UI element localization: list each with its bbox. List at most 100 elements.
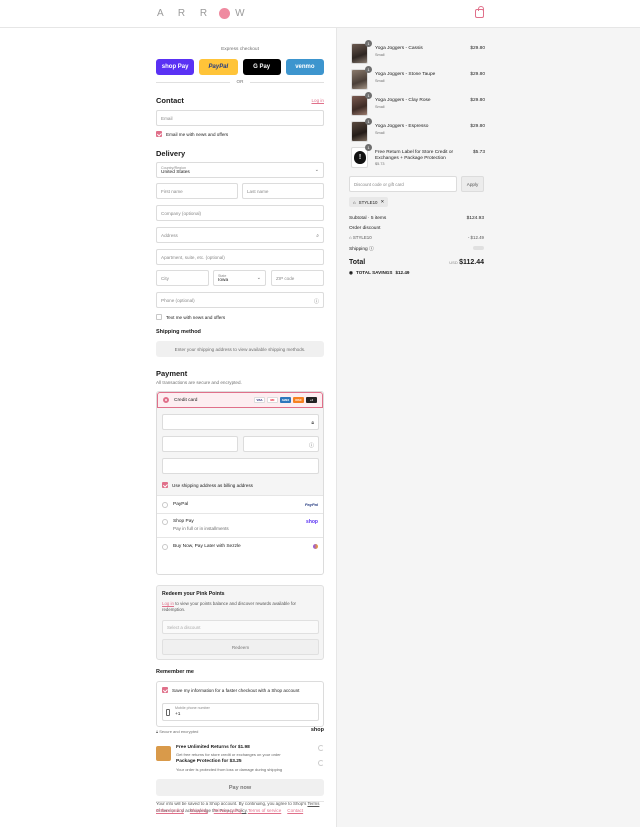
shop-pay-option[interactable]: Shop Pay Pay in full or in installments sh… <box>157 514 323 538</box>
text-news-checkbox[interactable]: Text me with news and offers <box>156 314 225 320</box>
radio-icon <box>162 501 168 508</box>
google-pay-button[interactable]: G Pay <box>242 59 281 75</box>
protection-toggle[interactable] <box>318 760 324 766</box>
venmo-button[interactable]: venmo <box>285 59 324 75</box>
paypal-option[interactable]: PayPal PayPal <box>157 496 323 514</box>
card-number-field[interactable]: 🔒︎ <box>162 414 319 430</box>
savings-tag-icon: ◉ <box>349 270 354 275</box>
payment-subtitle: All transactions are secure and encrypte… <box>156 380 242 385</box>
privacy-policy-link[interactable]: Privacy policy <box>214 808 242 813</box>
shipping-row: Shipping ⓘ <box>349 245 484 252</box>
help-icon[interactable]: ⓘ <box>368 247 374 252</box>
payment-heading: Payment <box>156 369 188 378</box>
email-field[interactable]: Email <box>156 110 324 126</box>
mobile-icon <box>166 709 170 716</box>
logo[interactable]: A R RW <box>157 8 251 19</box>
cart-item: 1 Yoga Joggers - Stone Taupe Small $29.80 <box>351 66 485 91</box>
paypal-button[interactable]: PayPal <box>199 59 238 75</box>
login-link[interactable]: Log in <box>311 98 324 103</box>
refund-policy-link[interactable]: Refund policy <box>156 808 184 813</box>
apply-button[interactable]: Apply <box>461 176 484 192</box>
upsell-block: Free Unlimited Returns for $1.98 Get fre… <box>156 744 324 776</box>
state-select[interactable]: State Iowa ⌄ <box>213 270 266 286</box>
save-info-checkbox[interactable]: Save my information for a faster checkou… <box>162 687 299 693</box>
expiry-field[interactable] <box>162 436 238 452</box>
radio-icon <box>162 543 168 550</box>
subtotal-row: Subtotal · 5 items $124.93 <box>349 216 484 221</box>
help-icon[interactable]: ⓘ <box>309 442 314 449</box>
paypal-logo: PayPal <box>304 502 318 507</box>
tag-icon: ⌂ <box>353 199 356 205</box>
returns-toggle[interactable] <box>318 745 324 751</box>
cart-item: ! 1 Free Return Label for Store Credit or … <box>351 144 485 171</box>
more-cards-icon: +4 <box>306 397 317 403</box>
quantity-badge: 1 <box>365 118 372 125</box>
points-login-link[interactable]: Log in <box>162 601 174 606</box>
name-on-card-field[interactable] <box>162 458 319 474</box>
discover-icon: DISC <box>293 397 304 403</box>
discount-select[interactable]: Select a discount <box>162 620 319 634</box>
checkbox-icon <box>156 314 162 320</box>
apartment-field[interactable]: Apartment, suite, etc. (optional) <box>156 249 324 265</box>
checkbox-checked-icon <box>156 131 162 137</box>
radio-selected-icon <box>163 397 169 403</box>
chevron-down-icon: ⌄ <box>256 275 261 281</box>
mobile-phone-field[interactable]: Mobile phone number +1 <box>162 703 319 721</box>
logo-o-icon <box>219 8 231 19</box>
sezzle-icon <box>313 544 318 549</box>
points-heading: Redeem your Pink Points <box>162 591 225 597</box>
company-field[interactable]: Company (optional) <box>156 205 324 221</box>
package-icon <box>156 746 171 761</box>
pay-now-button[interactable]: Pay now <box>156 779 324 796</box>
payment-methods: Credit card VISA MC AMEX DISC +4 🔒︎ ⓘ Use sh… <box>156 391 324 575</box>
terms-link[interactable]: Terms of service <box>248 808 281 813</box>
close-icon[interactable]: ✕ <box>380 199 384 205</box>
radio-icon <box>162 519 168 525</box>
discount-tag: ⌂ STYLE10 ✕ <box>349 197 389 207</box>
email-news-checkbox[interactable]: Email me with news and offers <box>156 131 228 137</box>
card-form: 🔒︎ ⓘ Use shipping address as billing add… <box>157 408 323 496</box>
sezzle-option[interactable]: Buy Now, Pay Later with Sezzle <box>157 538 323 555</box>
cvv-field[interactable]: ⓘ <box>243 436 319 452</box>
header: A R RW <box>0 0 640 28</box>
or-divider: OR <box>156 79 324 84</box>
amex-icon: AMEX <box>280 397 291 403</box>
remember-panel: Save my information for a faster checkou… <box>156 681 324 727</box>
total-row: Total USD $112.44 <box>349 259 484 266</box>
shipping-link[interactable]: Shipping <box>190 808 208 813</box>
quantity-badge: 1 <box>365 66 372 73</box>
order-discount-row: Order discount <box>349 226 381 231</box>
checkbox-checked-icon <box>162 687 168 693</box>
help-icon[interactable]: ⓘ <box>314 298 319 305</box>
quantity-badge: 1 <box>365 40 372 47</box>
shipping-placeholder <box>473 246 484 250</box>
secure-text: 🔒︎ Secure and encrypted <box>156 729 199 734</box>
checkbox-checked-icon <box>162 482 168 488</box>
discount-code-field[interactable]: Discount code or gift card <box>349 176 457 192</box>
search-icon: ⌕ <box>316 233 319 239</box>
country-select[interactable]: Country/Region United States ⌄ <box>156 162 324 178</box>
remember-heading: Remember me <box>156 669 194 675</box>
first-name-field[interactable]: First name <box>156 183 238 199</box>
cart-item: 1 Yoga Joggers - Clay Rose Small $29.80 <box>351 92 485 117</box>
chevron-down-icon: ⌄ <box>314 167 319 173</box>
shop-logo: shop <box>310 727 324 733</box>
footer-links: Refund policy Shipping Privacy policy Te… <box>156 808 303 813</box>
phone-field[interactable]: Phone (optional) ⓘ <box>156 292 324 308</box>
lock-icon: 🔒︎ <box>311 420 314 426</box>
points-panel: Redeem your Pink Points Log in to view y… <box>156 585 324 660</box>
redeem-button[interactable]: Redeem <box>162 639 319 655</box>
shop-pay-button[interactable]: shop Pay <box>156 59 195 75</box>
zip-field[interactable]: ZIP code <box>271 270 324 286</box>
address-field[interactable]: Address ⌕ <box>156 227 324 243</box>
discount-code-row: ⌂ STYLE10- $12.49 <box>349 235 484 240</box>
billing-checkbox[interactable]: Use shipping address as billing address <box>162 482 253 488</box>
contact-link[interactable]: Contact <box>287 808 303 813</box>
last-name-field[interactable]: Last name <box>242 183 324 199</box>
credit-card-option[interactable]: Credit card VISA MC AMEX DISC +4 <box>157 392 323 408</box>
total-savings: ◉ TOTAL SAVINGS $12.49 <box>349 270 410 275</box>
shield-icon: ! <box>354 151 366 164</box>
shopping-bag-icon[interactable] <box>475 6 484 18</box>
cart-item: 1 Yoga Joggers - Cassis Small $29.80 <box>351 40 485 65</box>
city-field[interactable]: City <box>156 270 209 286</box>
